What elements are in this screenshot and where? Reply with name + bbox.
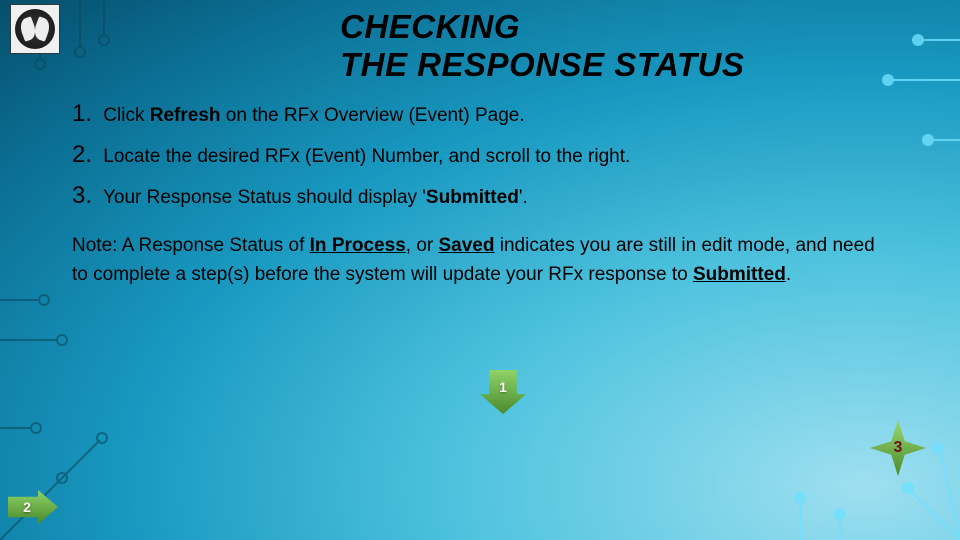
step-1: 1. Click Refresh on the RFx Overview (Ev…	[72, 95, 892, 132]
note-text: Note: A Response Status of In Process, o…	[72, 231, 892, 290]
phoenix-logo	[10, 4, 60, 54]
step-number: 3.	[72, 182, 92, 209]
slide: CHECKING THE RESPONSE STATUS 1. Click Re…	[0, 0, 960, 540]
step-3: 3. Your Response Status should display '…	[72, 177, 892, 214]
callout-label: 3	[894, 439, 903, 457]
step-2: 2. Locate the desired RFx (Event) Number…	[72, 136, 892, 173]
callout-label: 1	[499, 379, 507, 395]
title-line-2: THE RESPONSE STATUS	[340, 46, 744, 83]
callout-label: 2	[23, 499, 31, 515]
title-line-1: CHECKING	[340, 8, 520, 45]
step-number: 1.	[72, 100, 92, 127]
slide-title: CHECKING THE RESPONSE STATUS	[340, 8, 940, 84]
step-number: 2.	[72, 141, 92, 168]
body-text: 1. Click Refresh on the RFx Overview (Ev…	[72, 95, 892, 289]
